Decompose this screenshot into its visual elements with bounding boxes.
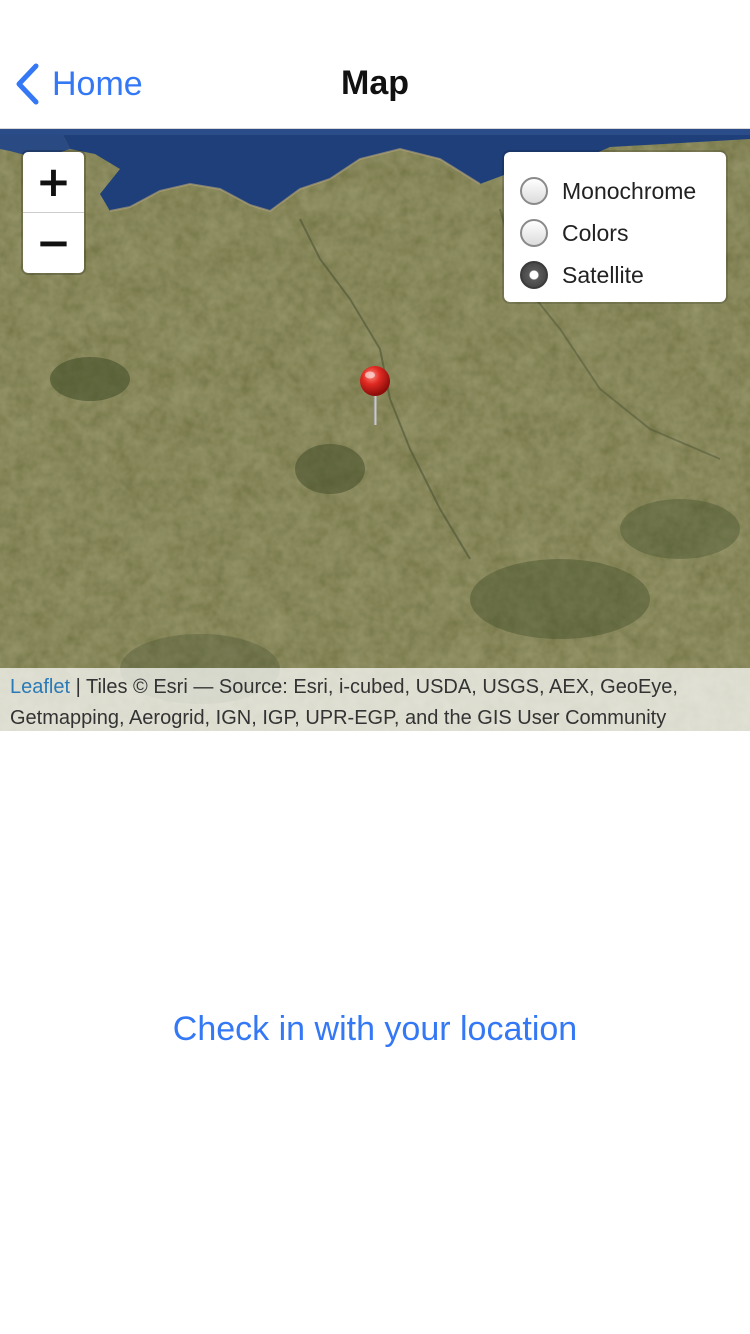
screen: Home Map + − Monochrome Colors Satellite…	[0, 0, 750, 1334]
radio-button[interactable]	[520, 219, 548, 247]
attribution-text: | Tiles © Esri — Source: Esri, i-cubed, …	[10, 676, 678, 729]
page-title: Map	[341, 64, 409, 102]
zoom-control: + −	[23, 152, 84, 273]
layer-option-colors[interactable]: Colors	[504, 212, 726, 254]
check-in-button[interactable]: Check in with your location	[0, 1010, 750, 1049]
layer-option-label: Monochrome	[562, 177, 697, 204]
leaflet-link[interactable]: Leaflet	[10, 676, 70, 698]
layer-option-satellite[interactable]: Satellite	[504, 254, 726, 296]
radio-button[interactable]	[520, 177, 548, 205]
layer-option-monochrome[interactable]: Monochrome	[504, 170, 726, 212]
layer-switcher: Monochrome Colors Satellite	[504, 152, 726, 302]
navigation-bar: Home Map	[0, 0, 750, 129]
zoom-out-button[interactable]: −	[23, 213, 84, 273]
radio-button-selected[interactable]	[520, 261, 548, 289]
zoom-in-button[interactable]: +	[23, 152, 84, 213]
map-pin-icon[interactable]	[357, 365, 393, 432]
layer-option-label: Satellite	[562, 261, 644, 288]
map-view[interactable]: + − Monochrome Colors Satellite Leaflet …	[0, 129, 750, 731]
map-attribution: Leaflet | Tiles © Esri — Source: Esri, i…	[0, 668, 750, 731]
layer-option-label: Colors	[562, 219, 629, 246]
